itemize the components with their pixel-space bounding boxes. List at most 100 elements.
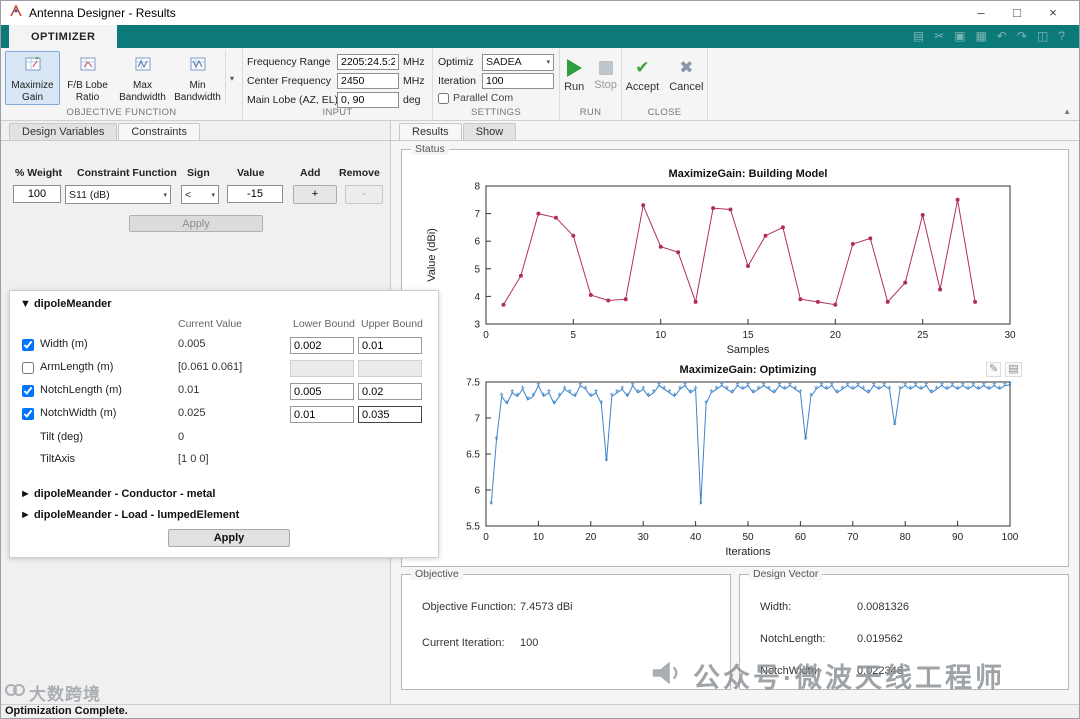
svg-text:*: * xyxy=(793,384,797,395)
status-group-label: Status xyxy=(411,143,449,155)
svg-text:*: * xyxy=(830,381,834,392)
svg-text:*: * xyxy=(898,384,902,395)
tab-constraints[interactable]: Constraints xyxy=(118,123,200,140)
undo-icon[interactable]: ↶ xyxy=(997,25,1007,48)
conductor-section-toggle[interactable]: ► dipoleMeander - Conductor - metal xyxy=(20,488,215,500)
notchwidth-upper-input[interactable] xyxy=(358,406,422,423)
svg-text:20: 20 xyxy=(585,532,597,543)
statusbar: Optimization Complete. xyxy=(1,704,1079,718)
chart-brush-icon[interactable]: ✎ xyxy=(986,362,1002,377)
tab-results[interactable]: Results xyxy=(399,123,462,140)
dipolemeander-tree-toggle[interactable]: ▼ dipoleMeander xyxy=(20,298,112,310)
remove-constraint-button[interactable]: - xyxy=(345,185,383,204)
svg-text:*: * xyxy=(526,395,530,406)
svg-text:MaximizeGain: Building Model: MaximizeGain: Building Model xyxy=(669,168,828,180)
fb-lobe-ratio-button[interactable]: F/B Lobe Ratio xyxy=(60,51,115,105)
constraint-value-input[interactable] xyxy=(227,185,283,203)
main-lobe-input[interactable] xyxy=(337,92,399,108)
svg-text:*: * xyxy=(814,384,818,395)
width-upper-input[interactable] xyxy=(358,337,422,354)
svg-text:*: * xyxy=(751,388,755,399)
svg-text:*: * xyxy=(536,381,540,392)
collapse-ribbon-icon[interactable]: ▲ xyxy=(1063,107,1071,116)
tab-optimizer[interactable]: OPTIMIZER xyxy=(9,25,118,48)
add-constraint-button[interactable]: + xyxy=(293,185,337,204)
svg-text:5.5: 5.5 xyxy=(466,522,480,533)
svg-text:*: * xyxy=(992,381,996,392)
variables-apply-button[interactable]: Apply xyxy=(168,529,290,547)
current-iteration-label: Current Iteration: xyxy=(422,637,505,649)
constraint-function-select[interactable]: S11 (dB) ▾ xyxy=(65,185,171,204)
tab-show[interactable]: Show xyxy=(462,123,517,140)
svg-text:*: * xyxy=(882,381,886,392)
paste-icon[interactable]: ▦ xyxy=(976,25,987,48)
accept-button[interactable]: ✔ Accept xyxy=(622,55,664,97)
svg-text:*: * xyxy=(515,392,519,403)
optimizer-select[interactable]: SADEA ▾ xyxy=(482,53,554,71)
svg-text:30: 30 xyxy=(638,532,650,543)
variable-row-armlength: ArmLength (m) [0.061 0.061] xyxy=(10,360,438,380)
section-close: ✔ Accept ✖ Cancel CLOSE xyxy=(622,48,708,120)
weight-input[interactable] xyxy=(13,185,61,203)
tab-design-variables[interactable]: Design Variables xyxy=(9,123,118,140)
iterations-input[interactable] xyxy=(482,73,554,89)
notchwidth-lower-input[interactable] xyxy=(290,406,354,423)
app-icon xyxy=(9,3,23,23)
svg-text:*: * xyxy=(977,384,981,395)
objective-groupbox: Objective Objective Function: 7.4573 dBi… xyxy=(401,568,731,690)
svg-text:0: 0 xyxy=(483,330,489,341)
sign-select[interactable]: < ▾ xyxy=(181,185,219,204)
svg-text:*: * xyxy=(631,381,635,392)
fb-lobe-ratio-icon xyxy=(80,56,96,77)
svg-text:6: 6 xyxy=(474,486,480,497)
redo-icon[interactable]: ↷ xyxy=(1017,25,1027,48)
svg-text:50: 50 xyxy=(742,532,754,543)
parallel-computing-checkbox[interactable] xyxy=(438,92,449,104)
frequency-range-input[interactable] xyxy=(337,54,399,70)
cut-icon[interactable]: ✂ xyxy=(934,25,944,48)
center-frequency-input[interactable] xyxy=(337,73,399,89)
min-bandwidth-button[interactable]: Min Bandwidth xyxy=(170,51,225,105)
armlength-lower-input xyxy=(290,360,354,377)
maximize-button[interactable]: □ xyxy=(999,2,1035,24)
main-lobe-unit: deg xyxy=(403,94,421,106)
width-checkbox[interactable] xyxy=(22,339,34,351)
constraints-apply-button[interactable]: Apply xyxy=(129,215,263,232)
chart-export-icon[interactable]: ▤ xyxy=(1005,362,1022,377)
chevron-down-icon: ▾ xyxy=(229,73,234,83)
notchlength-upper-input[interactable] xyxy=(358,383,422,400)
cancel-button[interactable]: ✖ Cancel xyxy=(665,55,707,97)
max-bandwidth-icon xyxy=(135,56,151,77)
objective-gallery-dropdown[interactable]: ▾ xyxy=(225,51,238,105)
notchlength-lower-input[interactable] xyxy=(290,383,354,400)
svg-text:*: * xyxy=(542,392,546,403)
run-button[interactable]: Run xyxy=(560,55,588,97)
svg-text:*: * xyxy=(510,388,514,399)
notchwidth-checkbox[interactable] xyxy=(22,408,34,420)
svg-text:*: * xyxy=(888,384,892,395)
run-icon xyxy=(566,59,582,77)
svg-text:*: * xyxy=(945,384,949,395)
svg-text:*: * xyxy=(935,384,939,395)
svg-text:*: * xyxy=(819,381,823,392)
save-icon[interactable]: ▤ xyxy=(913,25,924,48)
svg-text:*: * xyxy=(725,384,729,395)
maximize-gain-button[interactable]: Maximize Gain xyxy=(5,51,60,105)
notchlength-checkbox[interactable] xyxy=(22,385,34,397)
section-input: Frequency Range MHz Center Frequency MHz… xyxy=(243,48,433,120)
load-section-toggle[interactable]: ► dipoleMeander - Load - lumpedElement xyxy=(20,509,239,521)
minimize-button[interactable]: – xyxy=(963,2,999,24)
width-lower-input[interactable] xyxy=(290,337,354,354)
stop-button[interactable]: Stop xyxy=(590,55,621,97)
max-bandwidth-button[interactable]: Max Bandwidth xyxy=(115,51,170,105)
notchwidth-value: 0.022346 xyxy=(857,665,903,677)
armlength-checkbox[interactable] xyxy=(22,362,34,374)
svg-text:*: * xyxy=(966,384,970,395)
help-icon[interactable]: ? xyxy=(1058,25,1065,48)
close-button[interactable]: × xyxy=(1035,2,1071,24)
svg-text:*: * xyxy=(547,388,551,399)
svg-text:*: * xyxy=(971,381,975,392)
svg-text:*: * xyxy=(521,384,525,395)
copy-icon[interactable]: ▣ xyxy=(954,25,965,48)
layout-icon[interactable]: ◫ xyxy=(1037,25,1048,48)
